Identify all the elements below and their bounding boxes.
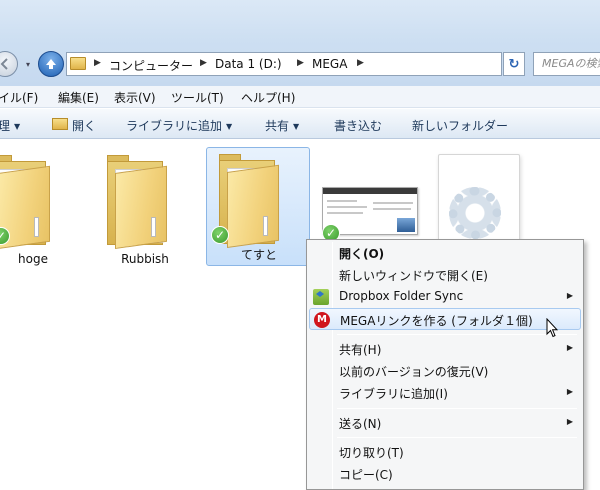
new-folder-button[interactable]: 新しいフォルダー [412,117,508,134]
menu-item-restore-previous-versions[interactable]: 以前のバージョンの復元(V) [309,360,581,382]
organize-button[interactable]: 理 ▼ [0,117,20,134]
submenu-arrow-icon: ▶ [566,343,573,352]
chevron-down-icon: ▼ [226,122,233,131]
file-item-rubbish[interactable]: Rubbish [93,147,197,271]
breadcrumb-drive[interactable]: Data 1 (D:) [215,57,282,71]
menu-separator [337,408,577,409]
menu-bar: イル(F) 編集(E) 表示(V) ツール(T) ヘルプ(H) [0,86,600,108]
search-input[interactable]: MEGAの検索 [533,52,600,76]
context-menu: 開く(O) 新しいウィンドウで開く(E) Dropbox Folder Sync… [306,239,584,490]
menu-item-label: 共有(H) [339,343,382,357]
history-dropdown-icon[interactable]: ▾ [26,60,30,69]
menu-item-share[interactable]: 共有(H) ▶ [309,338,581,360]
dropbox-icon [313,289,329,305]
menu-item-label: 送る(N) [339,417,382,431]
open-folder-icon [52,118,68,130]
menu-item-send-to[interactable]: 送る(N) ▶ [309,412,581,434]
organize-label: 理 [0,119,11,133]
menu-item-label: 以前のバージョンの復元(V) [339,365,489,379]
add-to-library-button[interactable]: ライブラリに追加 ▼ [126,117,232,134]
menu-tools[interactable]: ツール(T) [171,89,224,106]
menu-help[interactable]: ヘルプ(H) [241,89,295,106]
breadcrumb-arrow-icon[interactable]: ▶ [94,58,101,68]
breadcrumb-mega[interactable]: MEGA [312,57,347,71]
menu-file[interactable]: イル(F) [0,89,38,106]
submenu-arrow-icon: ▶ [566,387,573,396]
menu-item-label: MEGAリンクを作る (フォルダ１個) [340,314,533,328]
file-name: Rubbish [121,252,169,266]
gear-icon [449,187,501,239]
breadcrumb-computer[interactable]: コンピューター [109,57,193,74]
breadcrumb-arrow-icon[interactable]: ▶ [297,58,304,68]
menu-separator [337,437,577,438]
chevron-down-icon: ▼ [14,122,21,131]
burn-button[interactable]: 書き込む [334,117,382,134]
menu-item-label: ライブラリに追加(I) [339,387,448,401]
menu-view[interactable]: 表示(V) [114,89,156,106]
up-arrow-icon [46,59,56,69]
address-bar[interactable]: ▶ コンピューター ▶ Data 1 (D:) ▶ MEGA ▶ ▼ [66,52,564,76]
menu-item-label: コピー(C) [339,468,393,482]
menu-item-label: 開く(O) [339,247,385,261]
share-button[interactable]: 共有 ▼ [265,117,299,134]
file-item-hoge[interactable]: ✓ hoge [0,147,60,271]
breadcrumb-arrow-icon[interactable]: ▶ [357,58,364,68]
add-to-library-label: ライブラリに追加 [126,119,223,133]
back-arrow-icon [0,58,8,70]
settings-file-icon[interactable] [438,154,520,248]
menu-item-label: 新しいウィンドウで開く(E) [339,269,488,283]
menu-item-cut[interactable]: 切り取り(T) [309,441,581,463]
share-label: 共有 [265,119,290,133]
menu-item-label: 切り取り(T) [339,446,404,460]
folder-icon [70,57,86,70]
sync-check-icon: ✓ [211,226,229,244]
command-bar: 理 ▼ 開く ライブラリに追加 ▼ 共有 ▼ 書き込む 新しいフォルダー [0,109,600,139]
file-name: hoge [18,252,48,266]
menu-item-open-new-window[interactable]: 新しいウィンドウで開く(E) [309,264,581,286]
file-item-tesuto[interactable]: ✓ てすと [206,147,310,266]
breadcrumb-arrow-icon[interactable]: ▶ [200,58,207,68]
submenu-arrow-icon: ▶ [566,417,573,426]
file-name: てすと [240,248,277,262]
up-button[interactable] [38,51,64,77]
menu-item-mega-link[interactable]: M MEGAリンクを作る (フォルダ１個) [309,308,581,330]
refresh-button[interactable]: ↻ [503,52,525,76]
menu-item-copy[interactable]: コピー(C) [309,463,581,485]
submenu-arrow-icon: ▶ [566,291,573,300]
window-header: ▾ ▶ コンピューター ▶ Data 1 (D:) ▶ MEGA ▶ ▼ ↻ M… [0,0,600,86]
menu-item-add-to-library[interactable]: ライブラリに追加(I) ▶ [309,382,581,404]
menu-item-open[interactable]: 開く(O) [309,242,581,264]
mouse-pointer-icon [546,318,558,338]
menu-edit[interactable]: 編集(E) [58,89,99,106]
open-button[interactable]: 開く [72,117,96,134]
menu-item-label: Dropbox Folder Sync [339,289,464,303]
chevron-down-icon: ▼ [293,122,300,131]
menu-separator [337,334,577,335]
menu-item-dropbox-folder-sync[interactable]: Dropbox Folder Sync ▶ [309,286,581,308]
mega-icon: M [314,312,330,328]
back-button[interactable] [0,51,18,77]
refresh-icon: ↻ [508,56,520,72]
